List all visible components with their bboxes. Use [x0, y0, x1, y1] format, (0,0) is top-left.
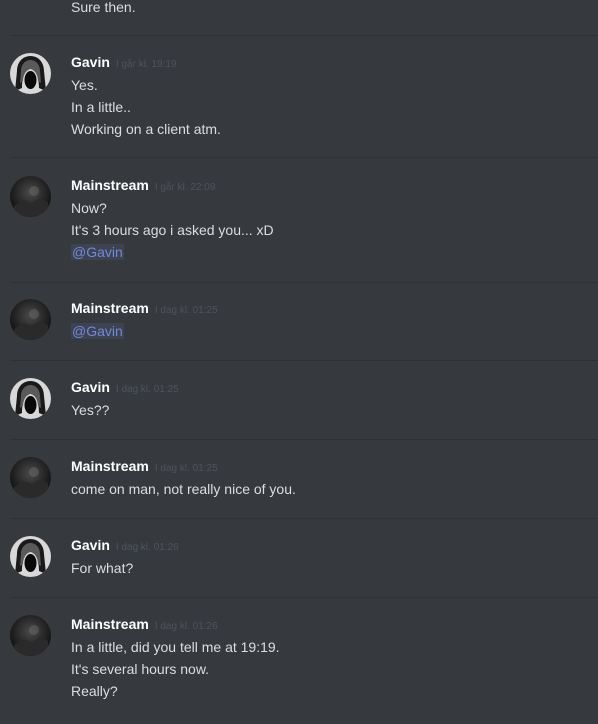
chat-messages: Sure then. Gavin I går kl. 19:19 Yes. In …: [0, 0, 598, 724]
message-content: Now? It's 3 hours ago i asked you... xD …: [71, 197, 274, 263]
message-text: come on man, not really nice of you.: [71, 481, 296, 497]
message-text: For what?: [71, 560, 134, 576]
username[interactable]: Mainstream: [71, 458, 149, 474]
timestamp: I går kl. 22:09: [154, 182, 216, 193]
message-divider: [10, 35, 598, 36]
timestamp: I dag kl. 01:26: [115, 542, 179, 553]
message-header: Gavin I dag kl. 01:26: [71, 536, 179, 554]
message-header: Gavin I går kl. 19:19: [71, 53, 177, 71]
timestamp: I dag kl. 01:25: [154, 463, 218, 474]
message-text: Yes??: [71, 402, 110, 418]
message-content: For what?: [71, 557, 133, 579]
message-text: In a little..: [71, 99, 131, 115]
message-text: Sure then.: [71, 0, 136, 15]
message-content: @Gavin: [71, 320, 124, 342]
message-content: In a little, did you tell me at 19:19. I…: [71, 636, 280, 702]
message-divider: [10, 518, 598, 519]
gavin-avatar-icon[interactable]: [10, 53, 51, 94]
message-content: come on man, not really nice of you.: [71, 478, 296, 500]
message-text: Now?: [71, 200, 107, 216]
user-mention[interactable]: @Gavin: [71, 244, 124, 260]
message-content: Yes. In a little.. Working on a client a…: [71, 74, 221, 140]
message-text: Working on a client atm.: [71, 121, 221, 137]
message-text: In a little, did you tell me at 19:19.: [71, 639, 280, 655]
username[interactable]: Mainstream: [71, 300, 149, 316]
message-content: Yes??: [71, 399, 109, 421]
timestamp: I dag kl. 01:25: [115, 384, 179, 395]
message-group: Mainstream I dag kl. 01:26 In a little, d…: [0, 615, 598, 715]
gavin-avatar-icon[interactable]: [10, 536, 51, 577]
message-text: It's several hours now.: [71, 661, 210, 677]
username[interactable]: Gavin: [71, 537, 110, 553]
username[interactable]: Gavin: [71, 379, 110, 395]
user-mention[interactable]: @Gavin: [71, 323, 124, 339]
message-divider: [10, 360, 598, 361]
message-text: Really?: [71, 683, 118, 699]
message-text: It's 3 hours ago i asked you... xD: [71, 222, 274, 238]
mainstream-avatar-icon[interactable]: [10, 299, 51, 340]
message-divider: [10, 439, 598, 440]
message-header: Mainstream I dag kl. 01:25: [71, 457, 218, 475]
message-divider: [10, 597, 598, 598]
message-header: Mainstream I dag kl. 01:26: [71, 615, 218, 633]
message-group: Mainstream I dag kl. 01:25 come on man, n…: [0, 457, 598, 507]
message-group: Gavin I går kl. 19:19 Yes. In a little.. …: [0, 53, 598, 143]
message-group: Gavin I dag kl. 01:26 For what?: [0, 536, 598, 586]
username[interactable]: Mainstream: [71, 616, 149, 632]
message-divider: [10, 157, 598, 158]
mainstream-avatar-icon[interactable]: [10, 176, 51, 217]
message-group: Gavin I dag kl. 01:25 Yes??: [0, 378, 598, 428]
message-header: Mainstream I går kl. 22:09: [71, 176, 215, 194]
timestamp: I dag kl. 01:25: [154, 305, 218, 316]
mainstream-avatar-icon[interactable]: [10, 457, 51, 498]
mainstream-avatar-icon[interactable]: [10, 615, 51, 656]
username[interactable]: Mainstream: [71, 177, 149, 193]
message-text: Yes.: [71, 77, 98, 93]
message-header: Gavin I dag kl. 01:25: [71, 378, 179, 396]
message-group: Mainstream I dag kl. 01:25 @Gavin: [0, 299, 598, 349]
timestamp: I går kl. 19:19: [115, 59, 177, 70]
username[interactable]: Gavin: [71, 54, 110, 70]
message-group: Mainstream I går kl. 22:09 Now? It's 3 ho…: [0, 176, 598, 266]
timestamp: I dag kl. 01:26: [154, 621, 218, 632]
gavin-avatar-icon[interactable]: [10, 378, 51, 419]
message-divider: [10, 282, 598, 283]
message-header: Mainstream I dag kl. 01:25: [71, 299, 218, 317]
